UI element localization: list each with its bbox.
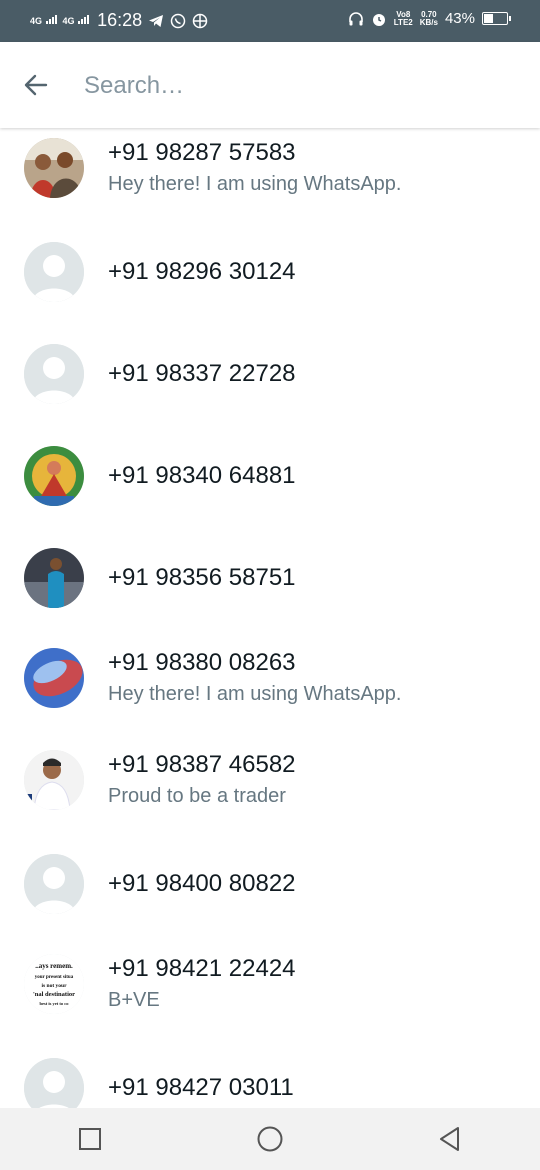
status-bar: 4G 4G 16:28 Vo8 LTE2 0.70 KB/s 43% bbox=[0, 0, 540, 42]
home-button[interactable] bbox=[250, 1119, 290, 1159]
default-avatar-icon bbox=[24, 242, 84, 302]
search-input[interactable] bbox=[84, 66, 504, 106]
avatar[interactable] bbox=[24, 750, 84, 810]
avatar[interactable] bbox=[24, 446, 84, 506]
contact-name: +91 98287 57583 bbox=[108, 139, 296, 166]
avatar[interactable] bbox=[24, 242, 84, 302]
network-indicator-2: 4G bbox=[63, 15, 90, 26]
contact-row[interactable]: ..ays remem. your present situa is not you… bbox=[0, 944, 540, 1044]
avatar[interactable] bbox=[24, 648, 84, 708]
headphones-icon bbox=[348, 11, 363, 25]
avatar[interactable] bbox=[24, 854, 84, 914]
telegram-icon bbox=[149, 14, 164, 27]
contact-name: +91 98421 22424 bbox=[108, 955, 296, 982]
alarm-icon bbox=[372, 13, 385, 26]
contact-row[interactable]: +91 98400 80822 bbox=[0, 842, 540, 942]
contact-row[interactable]: +91 98296 30124 bbox=[0, 230, 540, 330]
contact-name: +91 98337 22728 bbox=[108, 360, 296, 387]
network-label-2: 4G bbox=[62, 16, 75, 26]
contact-name: +91 98380 08263 bbox=[108, 649, 296, 676]
svg-text:is not your: is not your bbox=[41, 983, 67, 989]
settings-icon bbox=[192, 13, 208, 28]
square-icon bbox=[79, 1128, 101, 1150]
contact-row[interactable]: +91 98380 08263 Hey there! I am using Wha… bbox=[0, 638, 540, 738]
avatar[interactable] bbox=[24, 138, 84, 198]
profile-photo bbox=[24, 446, 84, 506]
avatar[interactable] bbox=[24, 548, 84, 608]
volte-bottom: LTE2 bbox=[393, 17, 413, 27]
whatsapp-icon bbox=[170, 13, 186, 28]
contact-status: Proud to be a trader bbox=[108, 785, 286, 807]
data-speed: 0.70 KB/s bbox=[419, 10, 438, 27]
avatar[interactable] bbox=[24, 1058, 84, 1108]
contact-name: +91 98387 46582 bbox=[108, 751, 296, 778]
contact-name: +91 98427 03011 bbox=[108, 1074, 294, 1101]
avatar[interactable]: ..ays remem. your present situa is not you… bbox=[24, 954, 84, 1014]
contact-row[interactable]: +91 98356 58751 bbox=[0, 536, 540, 636]
triangle-back-icon bbox=[440, 1127, 459, 1151]
nav-back-button[interactable] bbox=[430, 1119, 470, 1159]
circle-icon bbox=[257, 1126, 283, 1152]
contact-row[interactable]: +91 98287 57583 Hey there! I am using Wha… bbox=[0, 128, 540, 228]
search-header bbox=[0, 42, 540, 128]
battery-fill bbox=[484, 14, 494, 23]
profile-photo bbox=[24, 138, 84, 198]
signal-icon bbox=[45, 15, 57, 24]
contact-name: +91 98340 64881 bbox=[108, 462, 296, 489]
contact-list: +91 98287 57583 Hey there! I am using Wha… bbox=[0, 128, 540, 1108]
signal-icon bbox=[78, 15, 90, 24]
svg-text:'nal destinatior: 'nal destinatior bbox=[33, 991, 75, 998]
network-indicator-1: 4G bbox=[30, 15, 57, 26]
contact-name: +91 98400 80822 bbox=[108, 870, 296, 897]
profile-photo bbox=[24, 548, 84, 608]
contact-row[interactable]: +91 98340 64881 bbox=[0, 434, 540, 534]
profile-photo bbox=[24, 750, 84, 810]
default-avatar-icon bbox=[24, 1058, 84, 1108]
status-left: 4G 4G 16:28 bbox=[30, 10, 208, 31]
profile-photo-quote: ..ays remem. your present situa is not you… bbox=[24, 954, 84, 1014]
profile-photo bbox=[24, 648, 84, 708]
default-avatar-icon bbox=[24, 854, 84, 914]
speed-unit: KB/s bbox=[419, 17, 438, 27]
battery-icon bbox=[482, 12, 511, 25]
svg-text:your present situa: your present situa bbox=[35, 975, 74, 980]
avatar[interactable] bbox=[24, 344, 84, 404]
svg-text:best is yet to co: best is yet to co bbox=[40, 1001, 70, 1006]
clock: 16:28 bbox=[97, 10, 143, 30]
contact-status: Hey there! I am using WhatsApp. bbox=[108, 173, 402, 195]
battery-percent: 43% bbox=[444, 10, 475, 27]
contact-name: +91 98356 58751 bbox=[108, 564, 296, 591]
contact-row[interactable]: +91 98427 03011 bbox=[0, 1046, 540, 1108]
default-avatar-icon bbox=[24, 344, 84, 404]
status-right: Vo8 LTE2 0.70 KB/s 43% bbox=[348, 10, 511, 27]
contact-status: B+VE bbox=[108, 989, 160, 1011]
contact-row[interactable]: +91 98337 22728 bbox=[0, 332, 540, 432]
recents-button[interactable] bbox=[70, 1119, 110, 1159]
contact-row[interactable]: +91 98387 46582 Proud to be a trader bbox=[0, 740, 540, 840]
network-label-1: 4G bbox=[30, 16, 43, 26]
back-button[interactable] bbox=[20, 69, 52, 101]
navigation-bar bbox=[0, 1108, 540, 1170]
contact-name: +91 98296 30124 bbox=[108, 258, 296, 285]
arrow-back-icon bbox=[24, 74, 48, 96]
volte-indicator: Vo8 LTE2 bbox=[393, 10, 413, 27]
contact-status: Hey there! I am using WhatsApp. bbox=[108, 683, 402, 705]
svg-text:..ays remem.: ..ays remem. bbox=[35, 962, 73, 970]
